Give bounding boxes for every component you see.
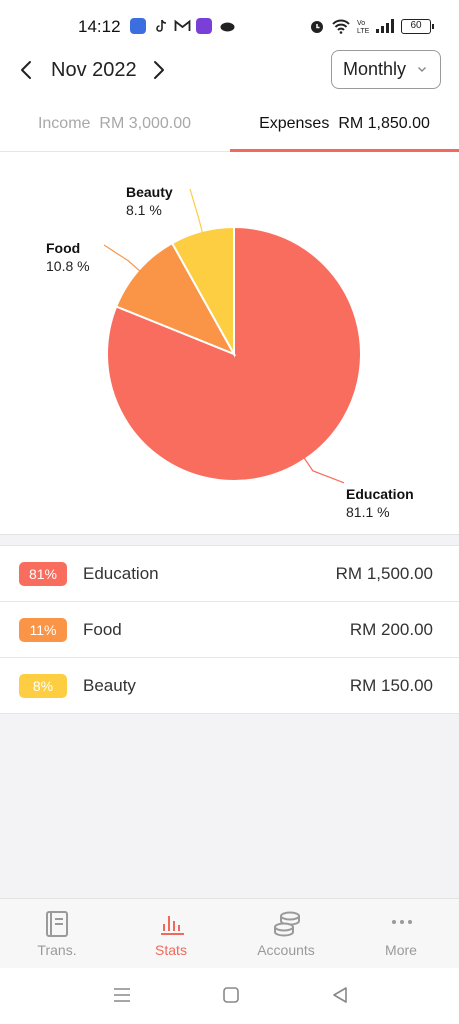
piggy-app-icon [219,18,235,34]
pie-value-food: 10.8 % [46,258,90,274]
tab-expenses-label: Expenses [259,115,330,132]
tiktok-icon [153,18,169,34]
tab-income-amount: RM 3,000.00 [99,115,192,132]
month-header: Nov 2022 Monthly [0,50,459,100]
percent-badge: 81% [19,562,67,586]
pie-value-beauty: 8.1 % [126,202,162,218]
chevron-down-icon [418,67,426,72]
tab-income-label: Income [37,115,91,132]
wifi-icon [332,19,350,34]
list-item[interactable]: 8% Beauty RM 150.00 [0,658,459,714]
tab-expenses[interactable]: Expenses RM 1,850.00 [230,104,459,152]
expense-pie-chart: Education 81.1 % Food 10.8 % Beauty 8.1 % [0,153,459,535]
category-name: Education [83,564,159,583]
bottom-navigation: Trans. Stats Accounts More [0,898,459,968]
svg-text:Vo: Vo [357,20,365,27]
app-icon-purple [196,18,212,34]
leader-line-education [303,457,345,484]
nav-item-stats[interactable]: Stats [114,899,228,969]
period-dropdown[interactable]: Monthly [331,50,441,89]
nav-item-more[interactable]: More [344,899,458,969]
pie-label-education: Education [346,486,414,502]
svg-text:LTE: LTE [357,28,369,34]
active-tab-indicator [230,149,459,152]
nav-label-stats: Stats [155,942,187,958]
signal-icon [376,19,394,33]
nav-label-trans: Trans. [37,942,77,958]
nav-item-trans[interactable]: Trans. [0,899,114,969]
category-amount: RM 1,500.00 [335,564,433,583]
leader-line-food [103,244,141,272]
more-dots-icon [392,920,412,924]
tab-income[interactable]: Income RM 3,000.00 [0,104,229,152]
nav-label-accounts: Accounts [257,942,315,958]
previous-month-icon[interactable] [13,56,41,84]
percent-badge: 8% [19,674,67,698]
status-bar: 14:12 Vo LTE 60 [0,0,459,50]
category-name: Food [83,620,122,639]
nfc-app-icon [130,18,146,34]
volte-icon: VoLTE [357,20,369,34]
alarm-icon [311,21,323,33]
period-value: Monthly [343,59,407,79]
category-amount: RM 200.00 [349,620,433,639]
nav-label-more: More [385,942,417,958]
pie-label-food: Food [46,240,80,256]
status-icons: Vo LTE 60 [309,16,434,36]
category-list-area: 81% Education RM 1,500.00 11% Food RM 20… [0,535,459,898]
nav-item-accounts[interactable]: Accounts [229,899,343,969]
tab-expenses-amount: RM 1,850.00 [338,115,430,132]
pie-value-education: 81.1 % [346,504,390,520]
recent-apps-icon[interactable] [112,986,132,1004]
list-item[interactable]: 81% Education RM 1,500.00 [0,546,459,602]
bar-chart-icon [161,916,184,935]
next-month-icon[interactable] [144,56,172,84]
system-navigation-bar [0,968,459,1024]
back-icon[interactable] [331,986,349,1004]
month-label[interactable]: Nov 2022 [51,59,137,82]
percent-badge: 11% [19,618,67,642]
list-item[interactable]: 11% Food RM 200.00 [0,602,459,658]
gmail-icon [174,18,191,34]
category-name: Beauty [83,676,136,695]
pie-label-beauty: Beauty [126,184,173,200]
pie-chart-svg: Education 81.1 % Food 10.8 % Beauty 8.1 % [46,184,414,520]
leader-line-beauty [189,188,204,234]
category-list: 81% Education RM 1,500.00 11% Food RM 20… [0,545,459,714]
income-expense-tabs: Income RM 3,000.00 Expenses RM 1,850.00 [0,104,459,152]
coins-icon [274,911,300,937]
home-icon[interactable] [222,986,240,1004]
book-icon [46,911,68,937]
category-amount: RM 150.00 [349,676,433,695]
status-time: 14:12 [78,17,121,36]
battery-icon: 60 [401,18,434,34]
